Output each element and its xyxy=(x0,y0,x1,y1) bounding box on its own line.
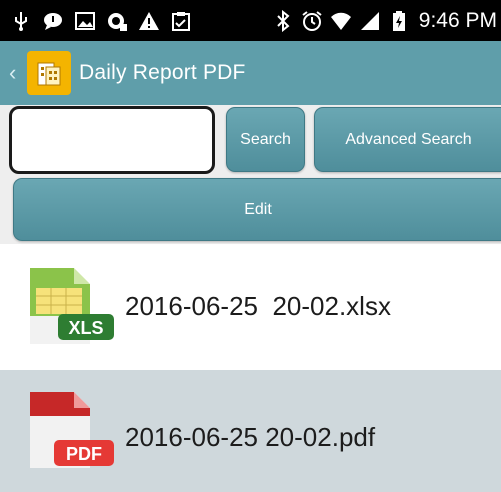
file-name: 2016-06-25 20-02.pdf xyxy=(125,422,376,452)
wifi-icon xyxy=(330,12,351,30)
app-title: Daily Report PDF xyxy=(79,61,246,84)
search-input[interactable] xyxy=(9,106,215,174)
search-toolbar: Search Advanced Search Edit xyxy=(0,105,501,244)
list-item[interactable]: PDF 2016-06-25 20-02.pdf xyxy=(0,370,501,492)
chevron-left-icon[interactable]: ‹ xyxy=(9,60,23,86)
chat-icon xyxy=(44,12,62,30)
file-type-label: XLS xyxy=(68,318,103,338)
status-bar: 9:46 PM xyxy=(0,0,501,41)
camera-icon xyxy=(108,12,127,31)
bluetooth-icon xyxy=(277,9,290,32)
status-system: 9:46 PM xyxy=(272,0,497,41)
battery-icon xyxy=(392,10,405,31)
clipboard-icon xyxy=(172,11,190,31)
file-name: 2016-06-25 20-02.xlsx xyxy=(125,291,391,321)
app-bar: ‹ Daily Report PDF xyxy=(0,41,501,105)
search-button[interactable]: Search xyxy=(226,107,305,172)
file-type-label: PDF xyxy=(66,444,102,464)
advanced-search-button[interactable]: Advanced Search xyxy=(314,107,501,172)
edit-button[interactable]: Edit xyxy=(13,178,501,241)
pdf-file-icon: PDF xyxy=(30,392,114,468)
list-item[interactable]: XLS 2016-06-25 20-02.xlsx xyxy=(0,246,501,368)
alarm-icon xyxy=(302,10,322,31)
status-time: 9:46 PM xyxy=(418,8,497,32)
xls-file-icon: XLS xyxy=(30,268,114,344)
image-icon xyxy=(75,11,95,30)
warning-icon xyxy=(139,11,159,30)
report-building-icon[interactable] xyxy=(27,51,71,95)
signal-icon xyxy=(360,11,379,30)
usb-icon xyxy=(15,11,27,31)
status-notifications xyxy=(10,0,192,41)
